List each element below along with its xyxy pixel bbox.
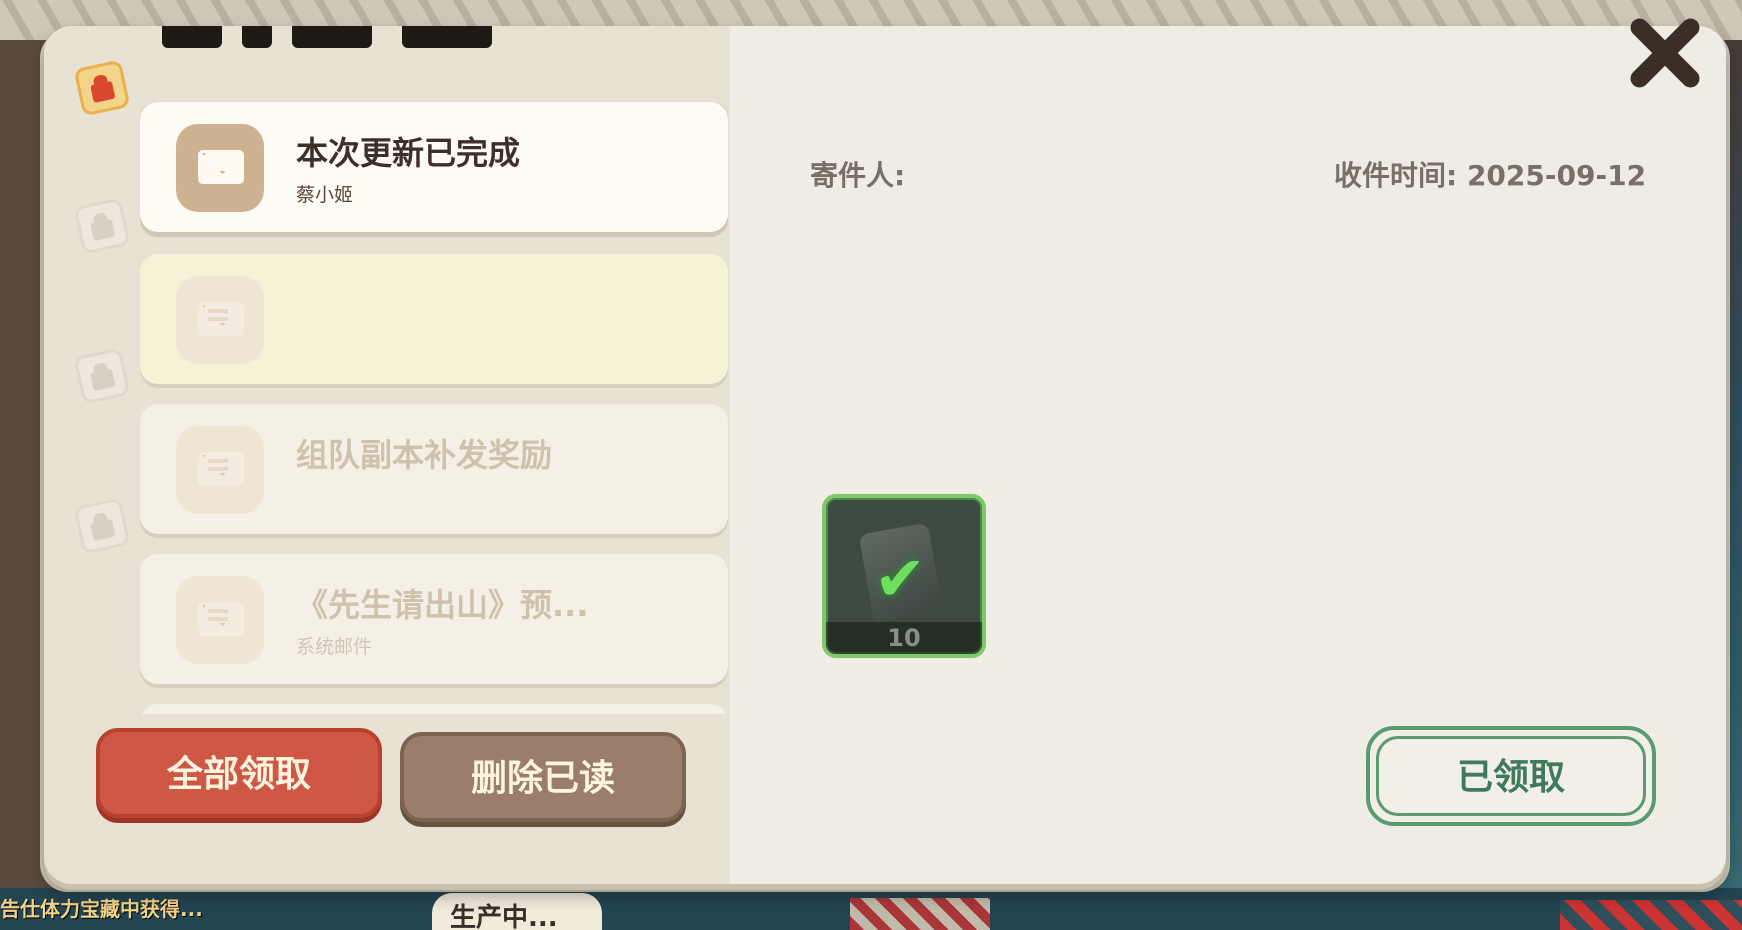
- mail-panel: 本次更新已完成 蔡小姬 组队副本补发奖励 《先生请出山》预... 系统邮件 全部…: [44, 26, 1726, 884]
- claim-all-button[interactable]: 全部领取: [96, 728, 382, 818]
- sender-label: 寄件人:: [810, 159, 906, 192]
- mail-item[interactable]: 组队副本补发奖励: [140, 404, 728, 534]
- gift-icon: [73, 347, 131, 405]
- check-icon: ✔: [874, 542, 926, 615]
- mail-item[interactable]: 《先生请出山》预... 系统邮件: [140, 554, 728, 684]
- claimed-button-label: 已领取: [1376, 736, 1646, 816]
- envelope-icon-box: [176, 426, 264, 514]
- gift-icon: [73, 497, 131, 555]
- reward-count: 10: [826, 622, 982, 654]
- gift-icon: [73, 197, 131, 255]
- reward-item[interactable]: ✔ 10: [822, 494, 986, 658]
- mail-sender: 系统邮件: [296, 636, 373, 658]
- open-envelope-icon: [198, 602, 244, 636]
- mail-sender: 蔡小姬: [296, 184, 354, 206]
- claimed-button[interactable]: 已领取: [1366, 726, 1656, 826]
- mail-item[interactable]: [140, 704, 728, 714]
- open-envelope-icon: [198, 302, 244, 336]
- background-decoration: [1560, 900, 1742, 930]
- envelope-icon: [198, 150, 244, 184]
- mail-title: 《先生请出山》预...: [296, 586, 589, 624]
- background-decoration: [850, 898, 990, 930]
- open-envelope-icon: [198, 452, 244, 486]
- panel-title-decoration: [162, 26, 502, 52]
- mail-list[interactable]: 本次更新已完成 蔡小姬 组队副本补发奖励 《先生请出山》预... 系统邮件: [140, 102, 728, 714]
- background-status-text: 生产中...: [432, 893, 602, 930]
- envelope-icon-box: [176, 576, 264, 664]
- close-icon[interactable]: [1622, 10, 1708, 96]
- received-time: 收件时间: 2025-09-12: [1334, 159, 1647, 192]
- mail-item[interactable]: [140, 254, 728, 384]
- delete-read-button[interactable]: 删除已读: [400, 732, 686, 822]
- mail-item[interactable]: 本次更新已完成 蔡小姬: [140, 102, 728, 232]
- envelope-icon-box: [176, 124, 264, 212]
- mail-title: 本次更新已完成: [296, 134, 521, 172]
- envelope-icon-box: [176, 276, 264, 364]
- mail-title: 组队副本补发奖励: [296, 436, 553, 474]
- background-ticker-text: 告仕体力宝藏中获得...: [0, 897, 203, 921]
- gift-icon: [73, 59, 131, 117]
